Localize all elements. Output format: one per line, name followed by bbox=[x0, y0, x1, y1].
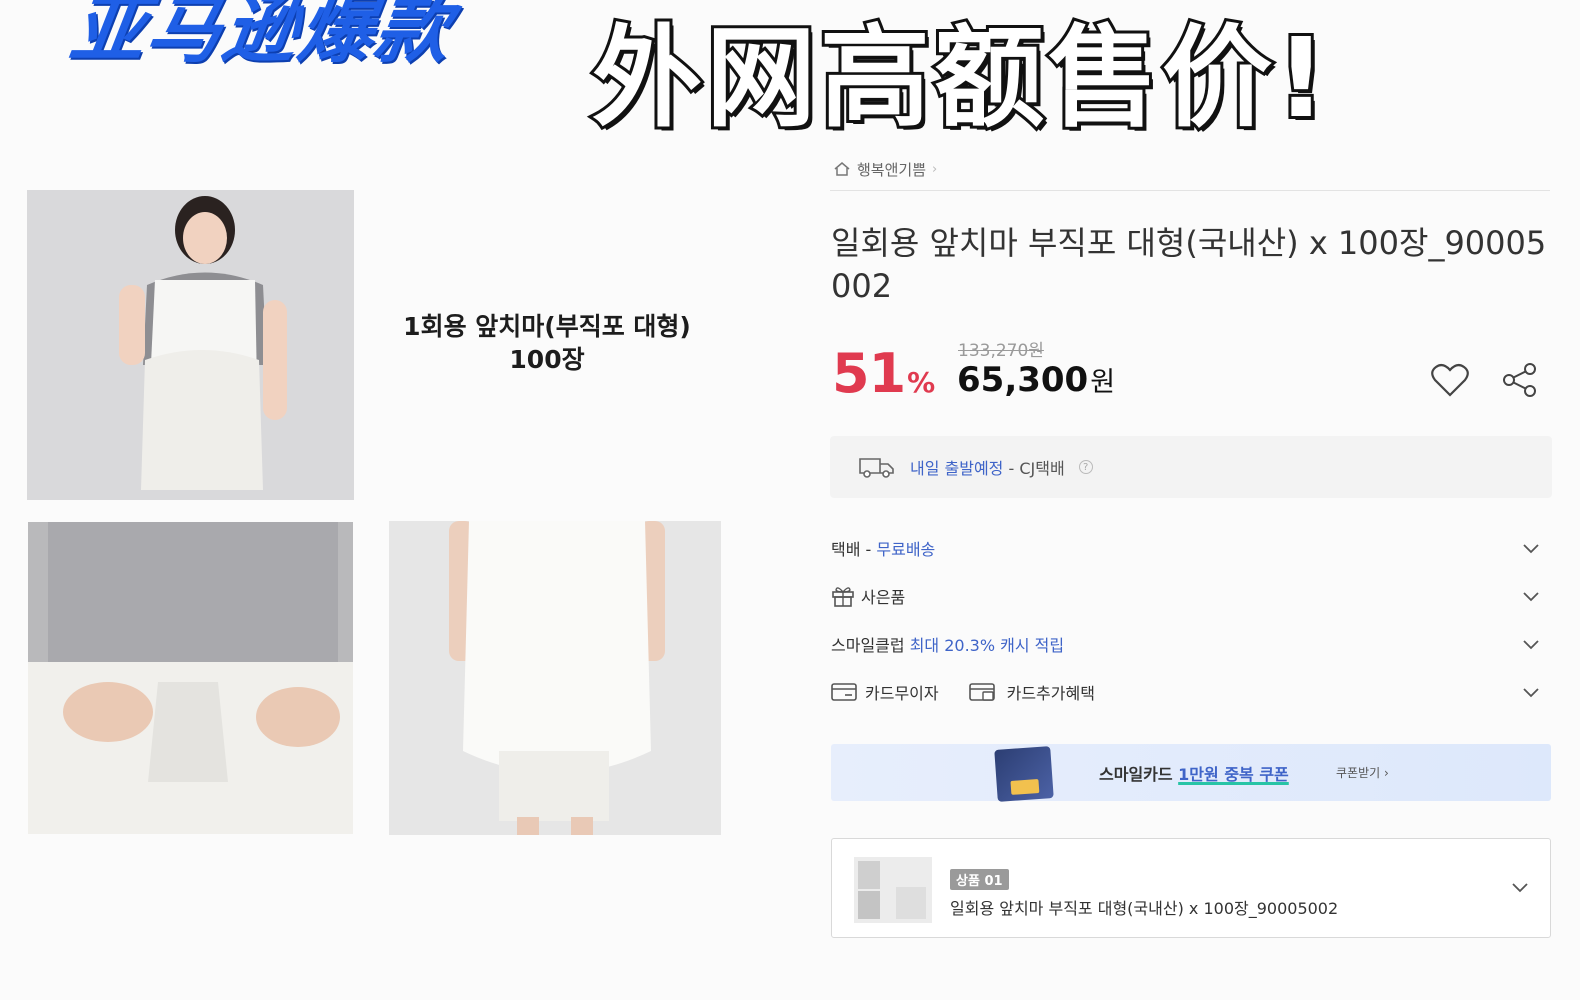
sale-price-currency: 원 bbox=[1090, 367, 1116, 398]
chevron-down-icon bbox=[1523, 688, 1539, 698]
waist-tie-illustration bbox=[28, 522, 353, 834]
share-icon bbox=[1503, 363, 1536, 397]
gift-label: 사은품 bbox=[861, 588, 906, 607]
selected-product-option[interactable]: 상품 01 일회용 앞치마 부직포 대형(국내산) x 100장_9000500… bbox=[831, 838, 1551, 938]
option-card-benefits[interactable]: 카드무이자 카드추가혜택 bbox=[831, 676, 1543, 708]
sale-price-amount: 65,300 bbox=[957, 360, 1089, 400]
product-title: 일회용 앞치마 부직포 대형(국내산) x 100장_90005002 bbox=[831, 224, 1547, 305]
promo-heading-left: 亚马逊爆款 bbox=[65, 0, 458, 73]
card-benefit-label: 카드추가혜택 bbox=[1006, 684, 1095, 703]
card-installment-label: 카드무이자 bbox=[865, 684, 939, 703]
delivery-value: 무료배송 bbox=[876, 540, 936, 559]
banner-text: 스마일카드 1만원 중복 쿠폰 bbox=[1099, 761, 1289, 785]
product-photo-waist[interactable] bbox=[28, 522, 353, 834]
banner-text-highlight: 1만원 중복 쿠폰 bbox=[1178, 765, 1289, 784]
promo-heading-right: 外网高额售价! bbox=[589, 14, 1331, 142]
option-smile-club[interactable]: 스마일클럽 최대 20.3% 캐시 적립 bbox=[831, 628, 1543, 660]
home-icon bbox=[834, 162, 850, 176]
sale-price: 65,300원 bbox=[957, 360, 1115, 400]
breadcrumb-store[interactable]: 행복앤기쁨 bbox=[857, 159, 926, 180]
chevron-down-icon bbox=[1523, 544, 1539, 554]
product-caption: 1회용 앞치마(부직포 대형) 100장 bbox=[357, 310, 737, 376]
smile-card-coupon-banner[interactable]: 스마일카드 1만원 중복 쿠폰 쿠폰받기 › bbox=[831, 744, 1551, 802]
credit-card-icon bbox=[831, 683, 857, 701]
coupon-link[interactable]: 쿠폰받기 › bbox=[1336, 764, 1389, 781]
card-image bbox=[994, 746, 1054, 802]
breadcrumb[interactable]: 행복앤기쁨 › bbox=[833, 156, 937, 182]
divider bbox=[830, 190, 1550, 191]
shipping-carrier: - CJ택배 bbox=[1008, 459, 1065, 478]
original-price: 133,270원 bbox=[958, 341, 1044, 361]
option-delivery[interactable]: 택배 - 무료배송 bbox=[831, 532, 1543, 564]
share-button[interactable] bbox=[1498, 358, 1542, 402]
club-label: 스마일클럽 bbox=[831, 636, 910, 655]
discount-unit: % bbox=[907, 366, 936, 399]
option-badge: 상품 01 bbox=[950, 869, 1009, 890]
chevron-right-icon: › bbox=[932, 161, 938, 177]
chevron-down-icon bbox=[1523, 640, 1539, 650]
shipping-schedule: 내일 출발예정 bbox=[910, 459, 1004, 478]
delivery-label: 택배 - bbox=[831, 540, 877, 559]
apron-front-illustration bbox=[389, 521, 721, 835]
card-benefit-icon bbox=[968, 683, 995, 701]
chevron-down-icon bbox=[1512, 883, 1528, 893]
discount-rate: 51% bbox=[832, 342, 935, 405]
wishlist-button[interactable] bbox=[1428, 358, 1472, 402]
caption-line-1: 1회용 앞치마(부직포 대형) bbox=[403, 312, 691, 341]
option-title: 일회용 앞치마 부직포 대형(국내산) x 100장_90005002 bbox=[950, 899, 1339, 918]
truck-icon bbox=[859, 458, 894, 478]
caption-line-2: 100장 bbox=[509, 345, 585, 374]
chevron-down-icon bbox=[1523, 592, 1539, 602]
help-icon[interactable]: ? bbox=[1078, 460, 1093, 474]
product-thumbnail bbox=[854, 857, 932, 923]
thumbnail-image bbox=[854, 857, 932, 923]
club-value: 최대 20.3% 캐시 적립 bbox=[909, 636, 1065, 655]
product-photo-full[interactable] bbox=[389, 521, 721, 835]
shipping-info: 내일 출발예정 - CJ택배 ? bbox=[830, 436, 1552, 498]
option-gift[interactable]: 사은품 bbox=[831, 580, 1543, 612]
model-front-illustration bbox=[27, 190, 354, 500]
banner-text-prefix: 스마일카드 bbox=[1099, 765, 1179, 784]
product-photo-main[interactable] bbox=[27, 190, 354, 500]
gift-icon bbox=[832, 587, 854, 607]
heart-icon bbox=[1431, 363, 1469, 397]
discount-value: 51 bbox=[832, 342, 906, 405]
